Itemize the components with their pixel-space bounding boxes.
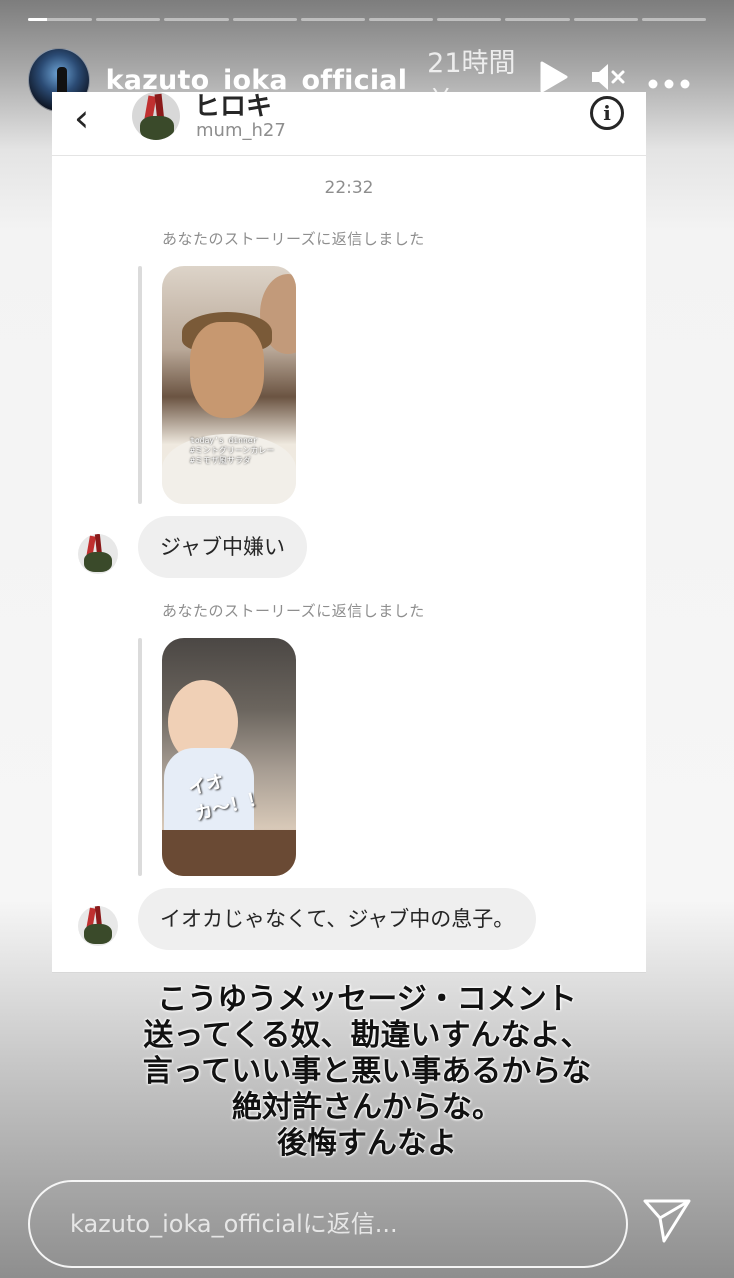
send-icon[interactable] bbox=[642, 1198, 692, 1244]
progress-segment bbox=[300, 18, 366, 21]
caption-line: 送ってくる奴、勘違いすんなよ、 bbox=[143, 1018, 591, 1053]
message-timestamp: 22:32 bbox=[324, 178, 374, 198]
story-thumbnail: today's dinner #ミントグリーンカレー #ミモザ風サラダ bbox=[162, 266, 296, 504]
more-icon[interactable] bbox=[648, 65, 690, 95]
caption-line: こうゆうメッセージ・コメント bbox=[157, 982, 577, 1017]
progress-segment bbox=[369, 18, 434, 21]
caption-line: 後悔すんなよ bbox=[277, 1126, 457, 1161]
contact-avatar bbox=[132, 92, 180, 140]
progress-segment bbox=[28, 18, 93, 21]
progress-segment bbox=[164, 18, 229, 21]
progress-segment bbox=[96, 18, 161, 21]
progress-segment bbox=[232, 18, 297, 21]
story-thumbnail: イオカ〜！！ bbox=[162, 638, 296, 876]
contact-name: ヒロキ bbox=[194, 92, 273, 122]
reply-quote-line bbox=[138, 266, 142, 504]
caption-line: 絶対許さんからな。 bbox=[232, 1090, 502, 1125]
sender-avatar bbox=[78, 534, 118, 574]
info-icon: i bbox=[590, 96, 624, 130]
dm-header: ‹ ヒロキ mum_h27 i bbox=[52, 92, 646, 156]
contact-handle: mum_h27 bbox=[196, 120, 286, 141]
progress-segment bbox=[573, 18, 638, 21]
dm-screenshot: ‹ ヒロキ mum_h27 i 22:32 あなたのストーリーズに返信しました … bbox=[52, 92, 646, 972]
message-bubble: イオカじゃなくて、ジャブ中の息子。 bbox=[138, 888, 537, 950]
divider bbox=[52, 972, 646, 973]
progress-segment bbox=[505, 18, 570, 21]
reply-input[interactable] bbox=[70, 1182, 590, 1266]
reply-quote-line bbox=[138, 638, 142, 876]
story-progress-bar bbox=[28, 18, 707, 22]
reply-bar bbox=[28, 1180, 628, 1268]
message-bubble: ジャブ中嫌い bbox=[138, 516, 307, 578]
caption-line: 言っていい事と悪い事あるからな bbox=[142, 1054, 592, 1089]
back-icon: ‹ bbox=[74, 96, 90, 140]
progress-segment bbox=[641, 18, 707, 21]
story-reply-note: あなたのストーリーズに返信しました bbox=[162, 230, 425, 248]
sender-avatar bbox=[78, 906, 118, 946]
progress-fill bbox=[28, 18, 48, 21]
story-reply-note: あなたのストーリーズに返信しました bbox=[162, 602, 425, 620]
story-text-overlay: こうゆうメッセージ・コメント 送ってくる奴、勘違いすんなよ、 言っていい事と悪い… bbox=[0, 982, 734, 1162]
progress-segment bbox=[437, 18, 502, 21]
story-caption: today's dinner #ミントグリーンカレー #ミモザ風サラダ bbox=[190, 436, 275, 465]
